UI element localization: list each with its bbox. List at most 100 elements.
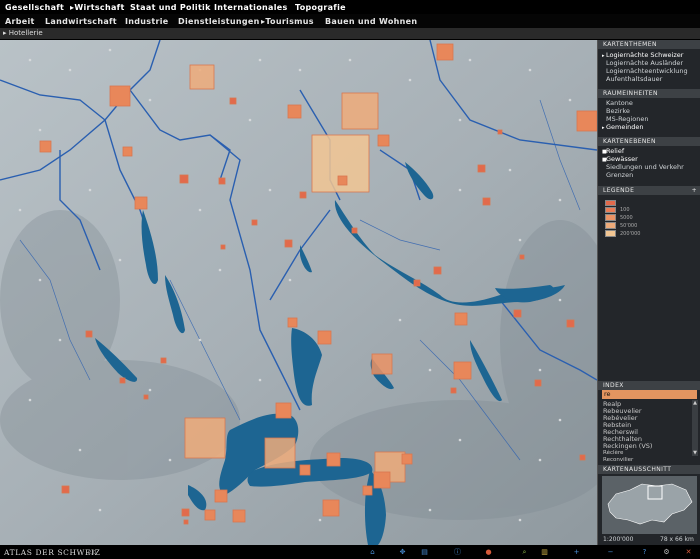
index-search-input[interactable]: re [602, 390, 697, 399]
theme-item-2[interactable]: Logiernächteentwicklung [602, 67, 688, 75]
info-icon[interactable]: ⓘ [453, 548, 462, 556]
map-symbol[interactable] [322, 499, 340, 517]
map-symbol[interactable] [134, 196, 148, 210]
map-symbol[interactable] [401, 453, 413, 465]
map-symbol[interactable] [450, 387, 457, 394]
print-icon[interactable]: ▥ [540, 548, 549, 556]
map-symbol[interactable] [181, 508, 190, 517]
map-symbol[interactable] [275, 402, 292, 419]
map-symbol[interactable] [264, 437, 296, 469]
map-symbol[interactable] [576, 110, 597, 132]
menu-item-hotellerie[interactable]: ▸ Hotellerie [3, 29, 43, 37]
map-symbol[interactable] [337, 175, 348, 186]
map-symbol[interactable] [362, 485, 373, 496]
layer-item-2[interactable]: Siedlungen und Verkehr [602, 163, 684, 171]
menu-main-staat-und-politik[interactable]: Staat und Politik [130, 3, 211, 12]
index-scrollbar[interactable]: ▲ ▼ [692, 400, 698, 456]
menu-sub-industrie[interactable]: Industrie [125, 17, 169, 26]
map-symbol[interactable] [61, 485, 70, 494]
scroll-down-icon[interactable]: ▼ [692, 450, 698, 456]
map-symbol[interactable] [519, 254, 525, 260]
map-symbol[interactable] [433, 266, 442, 275]
menu-sub-arbeit[interactable]: Arbeit [5, 17, 35, 26]
menu-main-internationales[interactable]: Internationales [214, 3, 288, 12]
unit-item-1[interactable]: Bezirke [602, 107, 630, 115]
map-symbol[interactable] [299, 464, 311, 476]
map-symbol[interactable] [497, 129, 503, 135]
map-symbol[interactable] [482, 197, 491, 206]
map-symbol[interactable] [179, 174, 189, 184]
zoom-in-icon[interactable]: + [572, 548, 581, 556]
map-canvas[interactable] [0, 40, 597, 545]
map-symbol[interactable] [477, 164, 486, 173]
navigate-icon[interactable]: ✥ [398, 548, 407, 556]
map-symbol[interactable] [534, 379, 542, 387]
overview-canvas[interactable] [602, 476, 697, 534]
index-item[interactable]: Reckingen (VS) [603, 443, 652, 450]
menu-main-topografie[interactable]: Topografie [295, 3, 346, 12]
map-symbol[interactable] [39, 140, 52, 153]
close-icon[interactable]: ✕ [684, 548, 693, 556]
map-symbol[interactable] [122, 146, 133, 157]
map-symbol[interactable] [189, 64, 215, 90]
map-symbol[interactable] [287, 104, 302, 119]
map-symbol[interactable] [413, 279, 421, 287]
map-symbol[interactable] [284, 239, 293, 248]
zoom-out-icon[interactable]: − [606, 548, 615, 556]
map-symbol[interactable] [326, 452, 341, 467]
menu-sub-landwirtschaft[interactable]: Landwirtschaft [45, 17, 117, 26]
menu-main-gesellschaft[interactable]: Gesellschaft [5, 3, 64, 12]
index-item[interactable]: Reconvilier [603, 457, 633, 464]
map-symbol[interactable] [453, 361, 472, 380]
index-item[interactable]: Réclère [603, 450, 623, 457]
map-symbol[interactable] [341, 92, 379, 130]
map-symbol[interactable] [184, 417, 226, 459]
map-symbol[interactable] [454, 312, 468, 326]
map-symbol[interactable] [317, 330, 332, 345]
scroll-up-icon[interactable]: ▲ [692, 400, 698, 406]
map-symbol[interactable] [373, 471, 391, 489]
unit-item-0[interactable]: Kantone [602, 99, 633, 107]
map-symbol[interactable] [109, 85, 131, 107]
expand-icon[interactable]: + [692, 186, 697, 195]
unit-item-2[interactable]: MS-Regionen [602, 115, 648, 123]
settings-icon[interactable]: ⚙ [662, 548, 671, 556]
map-symbol[interactable] [85, 330, 93, 338]
menu-sub-bauen-und-wohnen[interactable]: Bauen und Wohnen [325, 17, 417, 26]
search-icon[interactable]: ⌕ [520, 548, 529, 556]
overview-map[interactable] [602, 476, 697, 534]
map-symbol[interactable] [232, 509, 246, 523]
help-icon[interactable]: ? [640, 548, 649, 556]
map-symbol[interactable] [287, 317, 298, 328]
map-symbol[interactable] [579, 454, 586, 461]
menu-sub-tourismus[interactable]: ▸Tourismus [261, 17, 314, 26]
unit-item-3[interactable]: ▸Gemeinden [602, 123, 644, 132]
map-symbol[interactable] [204, 509, 216, 521]
menu-item-label: Gesellschaft [5, 3, 65, 12]
map-symbol[interactable] [377, 134, 390, 147]
map-symbol[interactable] [218, 177, 226, 185]
home-icon[interactable]: ⌂ [368, 548, 377, 556]
map-symbol[interactable] [229, 97, 237, 105]
map-symbol[interactable] [566, 319, 575, 328]
menu-sub-dienstleistungen[interactable]: Dienstleistungen [178, 17, 260, 26]
map-symbol[interactable] [371, 353, 393, 375]
map-symbol[interactable] [183, 519, 189, 525]
layers-icon[interactable]: ▤ [420, 548, 429, 556]
layer-item-3[interactable]: Grenzen [602, 171, 633, 179]
map-symbol[interactable] [119, 377, 126, 384]
thematic-map[interactable] [0, 40, 597, 545]
map-symbol[interactable] [143, 394, 149, 400]
map-symbol[interactable] [251, 219, 258, 226]
map-symbol[interactable] [160, 357, 167, 364]
map-symbol[interactable] [351, 227, 358, 234]
record-icon[interactable]: ● [484, 548, 493, 556]
theme-item-1[interactable]: Logiernächte Ausländer [602, 59, 683, 67]
map-symbol[interactable] [299, 191, 307, 199]
theme-item-3[interactable]: Aufenthaltsdauer [602, 75, 662, 83]
map-symbol[interactable] [214, 489, 228, 503]
map-symbol[interactable] [220, 244, 226, 250]
map-symbol[interactable] [513, 309, 522, 318]
menu-main-wirtschaft[interactable]: ▸Wirtschaft [70, 3, 125, 12]
map-symbol[interactable] [436, 43, 454, 61]
